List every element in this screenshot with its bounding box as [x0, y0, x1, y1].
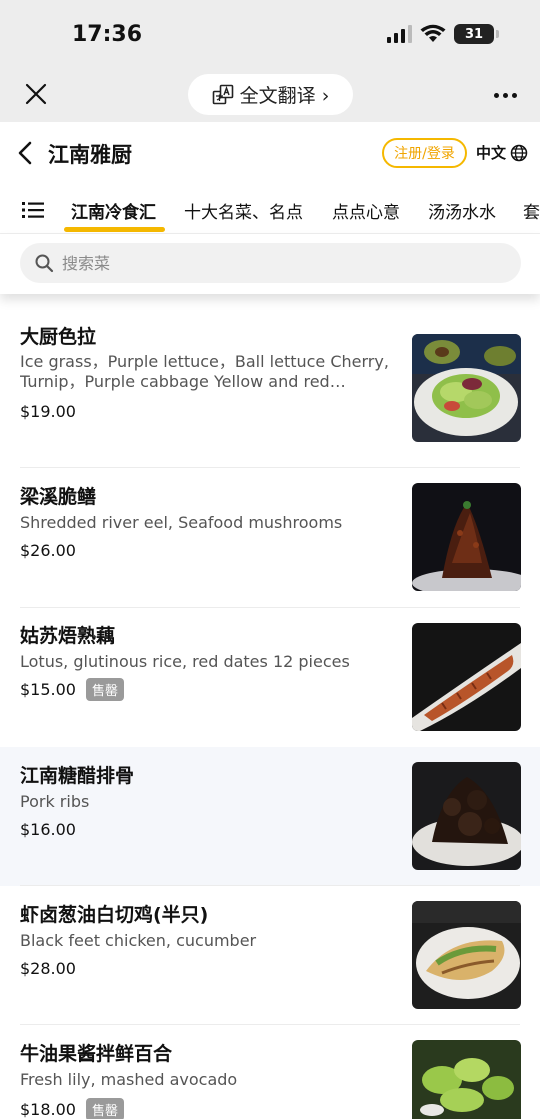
dish-price-row: $18.00 售罄 — [20, 1098, 124, 1119]
translate-button[interactable]: 全文翻译 › — [188, 74, 353, 115]
restaurant-header: 江南雅厨 注册/登录 中文 — [0, 122, 540, 182]
dish-price-row: $16.00 — [20, 820, 76, 839]
restaurant-title: 江南雅厨 — [48, 143, 132, 167]
more-button[interactable] — [490, 80, 520, 110]
dish-description: Lotus, glutinous rice, red dates 12 piec… — [20, 652, 350, 671]
search-bar — [0, 234, 540, 294]
login-register-button[interactable]: 注册/登录 — [382, 138, 467, 168]
dish-description: Black feet chicken, cucumber — [20, 931, 257, 950]
active-tab-indicator — [64, 227, 165, 232]
dish-item[interactable]: 虾卤葱油白切鸡(半只) Black feet chicken, cucumber… — [0, 886, 540, 1025]
menu-list-icon[interactable] — [22, 200, 44, 220]
dish-name: 牛油果酱拌鲜百合 — [20, 1043, 173, 1065]
more-dot — [511, 92, 517, 98]
dish-price: $28.00 — [20, 959, 76, 978]
more-dot — [502, 92, 508, 98]
back-icon[interactable] — [14, 140, 38, 166]
dish-item[interactable]: 梁溪脆鳝 Shredded river eel, Seafood mushroo… — [0, 468, 540, 607]
chicken-image — [412, 901, 521, 1009]
translate-icon — [212, 84, 233, 104]
dish-price-row: $19.00 — [20, 402, 76, 421]
dish-image[interactable] — [412, 762, 521, 870]
dish-price: $19.00 — [20, 402, 76, 421]
status-time: 17:36 — [72, 22, 143, 47]
dish-description: Pork ribs — [20, 792, 90, 811]
search-box[interactable] — [20, 243, 521, 283]
status-bar: 17:36 31 — [0, 0, 540, 70]
dish-price-row: $15.00 售罄 — [20, 678, 124, 701]
tab-set-meal[interactable]: 套 — [523, 198, 540, 223]
browser-nav-bar: 全文翻译 › — [0, 70, 540, 122]
close-icon — [25, 83, 47, 105]
ribs-image — [412, 762, 521, 870]
tab-jiangnan-cold[interactable]: 江南冷食汇 — [71, 198, 156, 223]
dish-image[interactable] — [412, 901, 521, 1009]
dish-price-row: $26.00 — [20, 541, 76, 560]
dish-name: 姑苏焐熟藕 — [20, 625, 116, 647]
dish-name: 江南糖醋排骨 — [20, 765, 135, 787]
eel-image — [412, 483, 521, 591]
close-button[interactable] — [20, 78, 52, 110]
tab-dim-sum[interactable]: 点点心意 — [332, 198, 400, 223]
dish-price: $16.00 — [20, 820, 76, 839]
search-icon — [35, 254, 54, 273]
globe-icon — [510, 144, 528, 161]
dish-image[interactable] — [412, 1040, 521, 1119]
dish-name: 虾卤葱油白切鸡(半只) — [20, 904, 209, 926]
more-dot — [493, 92, 499, 98]
language-label: 中文 — [476, 144, 507, 162]
salad-image — [412, 334, 521, 442]
dish-price: $18.00 — [20, 1100, 76, 1119]
sold-out-badge: 售罄 — [85, 1098, 124, 1119]
dish-description: Fresh lily, mashed avocado — [20, 1070, 238, 1089]
category-tabs: 江南冷食汇 十大名菜、名点 点点心意 汤汤水水 套 — [0, 182, 540, 234]
dish-price: $15.00 — [20, 680, 76, 699]
dish-item[interactable]: 姑苏焐熟藕 Lotus, glutinous rice, red dates 1… — [0, 608, 540, 747]
dish-image[interactable] — [412, 334, 521, 442]
dish-image[interactable] — [412, 623, 521, 731]
sold-out-badge: 售罄 — [85, 678, 124, 701]
status-icons: 31 — [387, 24, 499, 44]
search-input[interactable] — [62, 253, 482, 273]
avocado-lily-image — [412, 1040, 521, 1119]
dish-image[interactable] — [412, 483, 521, 591]
dish-description: Shredded river eel, Seafood mushrooms — [20, 513, 343, 532]
translate-label: 全文翻译 › — [239, 85, 330, 107]
lotus-image — [412, 623, 521, 731]
dish-item[interactable]: 大厨色拉 Ice grass，Purple lettuce，Ball lettu… — [0, 296, 540, 442]
battery-icon: 31 — [454, 24, 499, 44]
dish-description: Ice grass，Purple lettuce，Ball lettuce Ch… — [20, 352, 389, 391]
dish-price: $26.00 — [20, 541, 76, 560]
dish-name: 大厨色拉 — [20, 326, 97, 348]
wifi-icon — [420, 24, 446, 42]
tab-famous-dishes[interactable]: 十大名菜、名点 — [184, 198, 303, 223]
tab-soups[interactable]: 汤汤水水 — [428, 198, 496, 223]
signal-icon — [387, 25, 412, 43]
dish-item[interactable]: 江南糖醋排骨 Pork ribs $16.00 — [0, 747, 540, 886]
dish-price-row: $28.00 — [20, 959, 76, 978]
dish-item[interactable]: 牛油果酱拌鲜百合 Fresh lily, mashed avocado $18.… — [0, 1025, 540, 1119]
language-button[interactable]: 中文 — [476, 142, 528, 163]
dish-name: 梁溪脆鳝 — [20, 486, 97, 508]
